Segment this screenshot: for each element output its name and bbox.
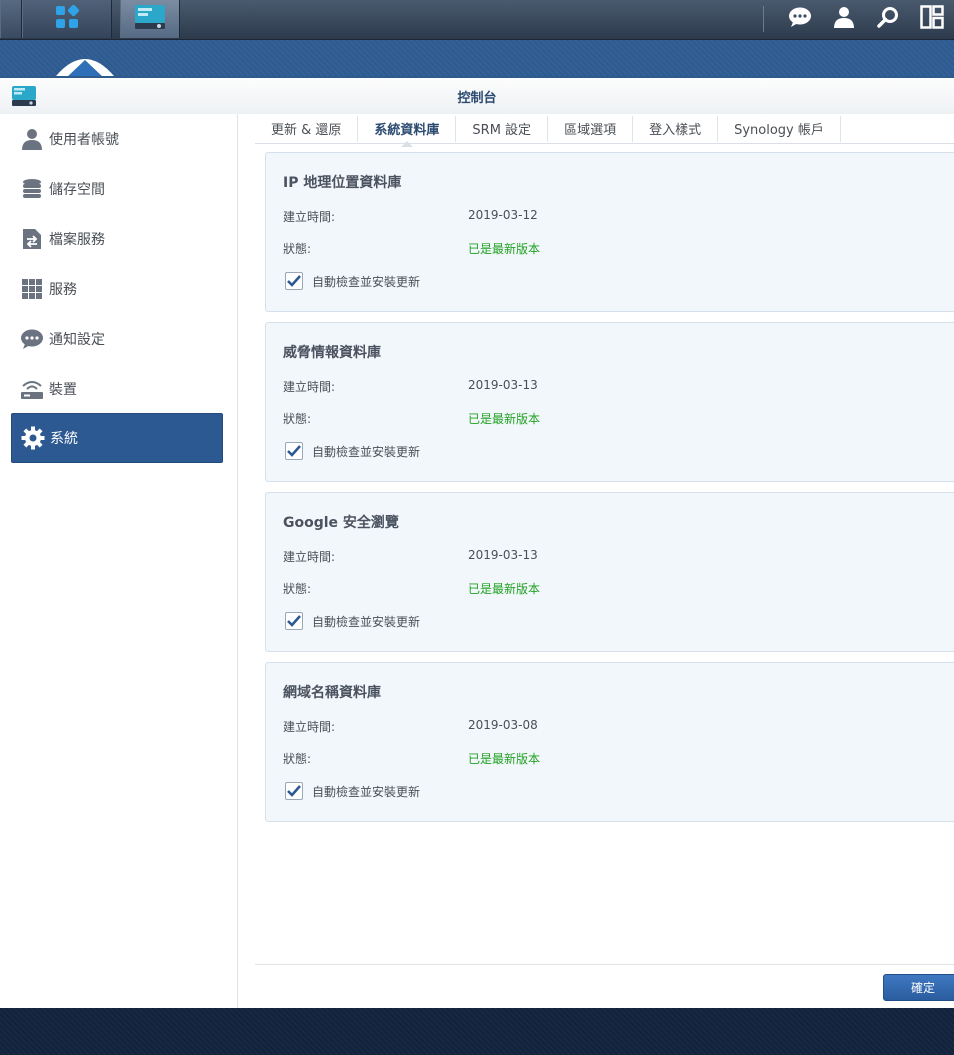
main-menu-icon [54, 4, 80, 34]
card-title: 威脅情報資料庫 [283, 345, 381, 361]
tab-srm-settings[interactable]: SRM 設定 [456, 115, 549, 142]
sidebar-item-storage[interactable]: 儲存空間 [11, 164, 223, 214]
card-title: 網域名稱資料庫 [283, 685, 381, 701]
sidebar-item-label: 使用者帳號 [49, 132, 119, 148]
status-value: 已是最新版本 [468, 752, 541, 766]
widgets-icon [920, 5, 944, 33]
status-label: 狀態: [283, 242, 312, 256]
sidebar-item-label: 通知設定 [49, 332, 105, 348]
notifications-button[interactable] [778, 0, 822, 38]
desktop-background [0, 1008, 954, 1055]
file-transfer-icon [19, 226, 45, 252]
checkbox-label: 自動檢查並安裝更新 [312, 444, 421, 459]
auto-update-checkbox[interactable]: 自動檢查並安裝更新 [285, 272, 420, 290]
sidebar-item-file-services[interactable]: 檔案服務 [11, 214, 223, 264]
card-title: IP 地理位置資料庫 [283, 175, 402, 191]
search-icon [877, 6, 899, 32]
status-value: 已是最新版本 [468, 242, 541, 256]
window-title: 控制台 [457, 91, 497, 106]
auto-update-checkbox[interactable]: 自動檢查並安裝更新 [285, 782, 420, 800]
status-value: 已是最新版本 [468, 412, 541, 426]
widgets-button[interactable] [910, 0, 954, 38]
grid-icon [19, 276, 45, 302]
user-icon [833, 6, 855, 32]
auto-update-checkbox[interactable]: 自動檢查並安裝更新 [285, 442, 420, 460]
ok-button[interactable]: 確定 [883, 974, 954, 1001]
taskbar [0, 0, 954, 40]
database-icon [19, 176, 45, 202]
created-value: 2019-03-13 [468, 548, 538, 562]
created-label: 建立時間: [283, 720, 336, 734]
created-label: 建立時間: [283, 210, 336, 224]
tab-synology-account[interactable]: Synology 帳戶 [718, 115, 841, 142]
sidebar-item-notifications[interactable]: 通知設定 [11, 314, 223, 364]
control-panel-icon [134, 4, 166, 34]
tab-login-style[interactable]: 登入樣式 [633, 115, 719, 142]
checkbox-checked[interactable] [285, 782, 303, 800]
sidebar-item-devices[interactable]: 裝置 [11, 364, 223, 414]
created-value: 2019-03-13 [468, 378, 538, 392]
control-panel-task-button[interactable] [120, 0, 180, 38]
checkbox-label: 自動檢查並安裝更新 [312, 614, 421, 629]
sidebar-item-label: 服務 [49, 282, 77, 298]
chat-icon [19, 326, 45, 352]
created-label: 建立時間: [283, 380, 336, 394]
checkbox-label: 自動檢查並安裝更新 [312, 274, 421, 289]
sidebar-item-label: 儲存空間 [49, 182, 105, 198]
desktop [0, 40, 954, 80]
router-icon [19, 376, 45, 402]
main-menu-button[interactable] [22, 0, 112, 38]
checkbox-checked[interactable] [285, 442, 303, 460]
database-card-google-safe-browsing: Google 安全瀏覽 建立時間: 2019-03-13 狀態: 已是最新版本 … [265, 492, 954, 652]
checkbox-checked[interactable] [285, 272, 303, 290]
card-title: Google 安全瀏覽 [283, 515, 399, 531]
user-menu-button[interactable] [822, 0, 866, 38]
tab-regional-options[interactable]: 區域選項 [548, 115, 634, 142]
checkbox-label: 自動檢查並安裝更新 [312, 784, 421, 799]
database-card-domain-name: 網域名稱資料庫 建立時間: 2019-03-08 狀態: 已是最新版本 自動檢查… [265, 662, 954, 822]
auto-update-checkbox[interactable]: 自動檢查並安裝更新 [285, 612, 420, 630]
sidebar-item-user-accounts[interactable]: 使用者帳號 [11, 114, 223, 164]
checkmark-icon [287, 615, 301, 627]
chat-bubble-icon [788, 6, 812, 32]
tab-update-restore[interactable]: 更新 & 還原 [255, 115, 359, 142]
sidebar-item-label: 檔案服務 [49, 232, 105, 248]
user-icon [19, 126, 45, 152]
sidebar-item-system[interactable]: 系統 [11, 413, 223, 463]
created-value: 2019-03-08 [468, 718, 538, 732]
checkmark-icon [287, 785, 301, 797]
checkmark-icon [287, 275, 301, 287]
footer-divider [255, 964, 954, 965]
status-value: 已是最新版本 [468, 582, 541, 596]
control-panel-window: 控制台 使用者帳號 儲存空間 檔案服務 服務 通知設定 裝置 系統 更新 & 還… [0, 76, 954, 1010]
tab-system-database[interactable]: 系統資料庫 [358, 115, 457, 147]
sidebar-item-services[interactable]: 服務 [11, 264, 223, 314]
created-value: 2019-03-12 [468, 208, 538, 222]
database-card-ip-geolocation: IP 地理位置資料庫 建立時間: 2019-03-12 狀態: 已是最新版本 自… [265, 152, 954, 312]
sidebar-item-label: 裝置 [49, 382, 77, 398]
sidebar-item-label: 系統 [50, 431, 78, 447]
database-card-threat-intelligence: 威脅情報資料庫 建立時間: 2019-03-13 狀態: 已是最新版本 自動檢查… [265, 322, 954, 482]
sidebar: 使用者帳號 儲存空間 檔案服務 服務 通知設定 裝置 系統 [0, 114, 238, 1010]
taskbar-separator [763, 6, 764, 32]
status-label: 狀態: [283, 752, 312, 766]
search-button[interactable] [866, 0, 910, 38]
status-label: 狀態: [283, 412, 312, 426]
gear-icon [20, 425, 46, 451]
checkbox-checked[interactable] [285, 612, 303, 630]
status-label: 狀態: [283, 582, 312, 596]
created-label: 建立時間: [283, 550, 336, 564]
taskbar-edge[interactable] [0, 0, 22, 38]
checkmark-icon [287, 445, 301, 457]
tab-bar: 更新 & 還原 系統資料庫 SRM 設定 區域選項 登入樣式 Synology … [255, 114, 954, 147]
window-titlebar[interactable]: 控制台 [0, 78, 954, 114]
